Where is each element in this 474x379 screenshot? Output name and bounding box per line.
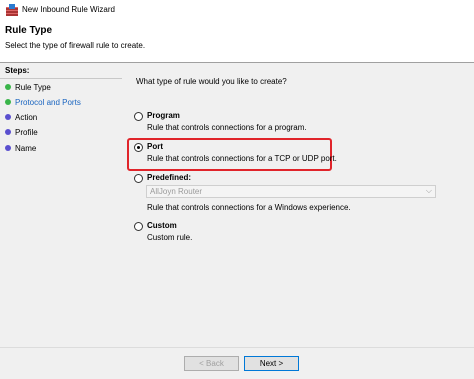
page-subtitle: Select the type of firewall rule to crea… [5,41,146,50]
steps-divider [0,78,122,79]
port-radio[interactable] [134,143,143,152]
option-label[interactable]: Custom [147,221,177,230]
title-bar: New Inbound Rule Wizard [0,0,474,20]
option-description: Rule that controls connections for a pro… [147,123,307,132]
option-label[interactable]: Program [147,111,180,120]
step-name: Name [5,142,36,154]
step-status-dot [5,84,11,90]
option-label[interactable]: Port [147,142,163,151]
step-profile: Profile [5,126,38,138]
select-value: AllJoyn Router [150,187,203,196]
step-protocol-and-ports[interactable]: Protocol and Ports [5,96,81,108]
rule-type-question: What type of rule would you like to crea… [136,77,287,86]
option-description: Custom rule. [147,233,193,242]
page-title: Rule Type [5,25,53,36]
wizard-header: Rule Type Select the type of firewall ru… [0,20,474,63]
step-label: Profile [15,127,38,137]
predefined-radio[interactable] [134,174,143,183]
step-label: Action [15,112,38,122]
chevron-down-icon: ⌵ [425,186,432,195]
step-label: Name [15,143,37,153]
step-rule-type: Rule Type [5,81,51,93]
main-panel: What type of rule would you like to crea… [122,63,474,379]
custom-radio[interactable] [134,222,143,231]
step-label[interactable]: Protocol and Ports [15,98,81,107]
steps-panel: Steps: Rule Type Protocol and Ports Acti… [0,63,122,379]
step-status-dot [5,129,11,135]
step-status-dot [5,99,11,105]
next-button[interactable]: Next > [244,356,299,371]
footer-divider [0,347,474,348]
step-label: Rule Type [15,82,51,92]
option-label[interactable]: Predefined: [147,173,191,182]
predefined-select: AllJoyn Router ⌵ [146,185,436,198]
back-button[interactable]: < Back [184,356,239,371]
option-description: Rule that controls connections for a TCP… [147,154,337,163]
step-status-dot [5,114,11,120]
step-action: Action [5,111,37,123]
firewall-app-icon [6,4,18,16]
steps-title: Steps: [5,66,30,75]
wizard-body: Steps: Rule Type Protocol and Ports Acti… [0,63,474,379]
program-radio[interactable] [134,112,143,121]
step-status-dot [5,145,11,151]
window-title: New Inbound Rule Wizard [22,5,115,14]
option-description: Rule that controls connections for a Win… [147,203,351,212]
